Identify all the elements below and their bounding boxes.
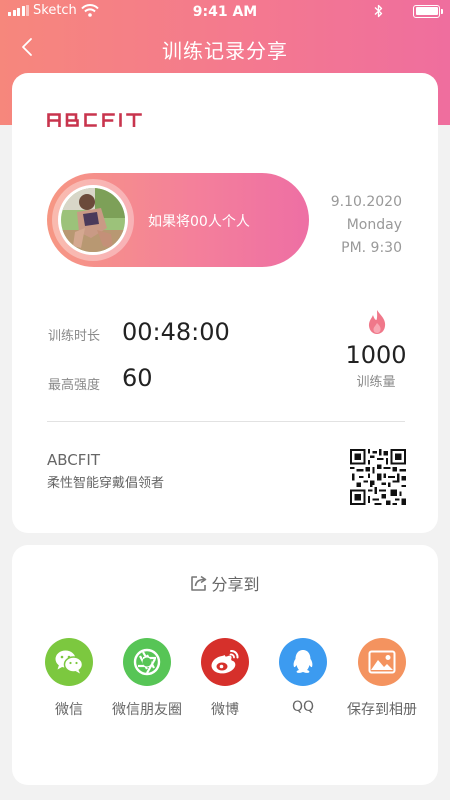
avatar-photo	[61, 188, 125, 252]
share-moments-label: 微信朋友圈	[112, 702, 182, 718]
duration-value: 00:48:00	[122, 318, 230, 346]
intensity-label: 最高强度	[48, 378, 101, 393]
avatar	[52, 179, 134, 261]
share-title-label: 分享到	[211, 575, 260, 594]
page-title: 训练记录分享	[162, 39, 288, 63]
bluetooth-icon	[374, 4, 383, 18]
record-weekday: Monday	[346, 217, 402, 233]
share-wechat-label: 微信	[55, 702, 83, 718]
brand-name: ABCFIT	[47, 451, 100, 469]
user-banner: 如果将00人个人	[47, 173, 309, 267]
share-qq-label: QQ	[291, 699, 315, 715]
calories-label: 训练量	[356, 375, 396, 390]
share-album-button[interactable]: 保存到相册	[337, 638, 427, 719]
flame-icon	[368, 310, 386, 334]
battery-icon	[413, 4, 443, 18]
moments-icon	[123, 638, 171, 686]
share-weibo-label: 微博	[211, 702, 239, 718]
qq-icon	[279, 638, 327, 686]
wechat-icon	[45, 638, 93, 686]
status-bar: Sketch 9:41 AM	[0, 0, 450, 24]
share-wechat-button[interactable]: 微信	[24, 638, 114, 719]
share-qq-button[interactable]: QQ	[258, 638, 348, 715]
duration-label: 训练时长	[48, 329, 101, 344]
intensity-value: 60	[122, 364, 153, 392]
share-icon	[191, 575, 207, 591]
weibo-icon	[201, 638, 249, 686]
share-title: 分享到	[12, 571, 438, 595]
record-date: 9.10.2020	[330, 194, 402, 210]
abcfit-logo	[47, 113, 142, 127]
share-card: 分享到 微信 微信朋友圈 微博 QQ 保存到相册	[12, 545, 438, 785]
share-moments-button[interactable]: 微信朋友圈	[102, 638, 192, 719]
share-album-label: 保存到相册	[347, 702, 417, 718]
training-record-card: 如果将00人个人 9.10.2020 Monday PM. 9:30 训练时长 …	[12, 73, 438, 533]
brand-slogan: 柔性智能穿戴倡领者	[47, 476, 165, 491]
share-weibo-button[interactable]: 微博	[180, 638, 270, 719]
qr-code	[350, 449, 406, 505]
user-name: 如果将00人个人	[148, 214, 250, 230]
divider	[47, 421, 405, 422]
calories-value: 1000	[345, 341, 407, 369]
nav-bar: 训练记录分享	[0, 26, 450, 70]
album-icon	[358, 638, 406, 686]
record-datetime: 9.10.2020 Monday PM. 9:30	[331, 191, 402, 260]
status-right	[374, 4, 443, 18]
record-time: PM. 9:30	[341, 240, 402, 256]
